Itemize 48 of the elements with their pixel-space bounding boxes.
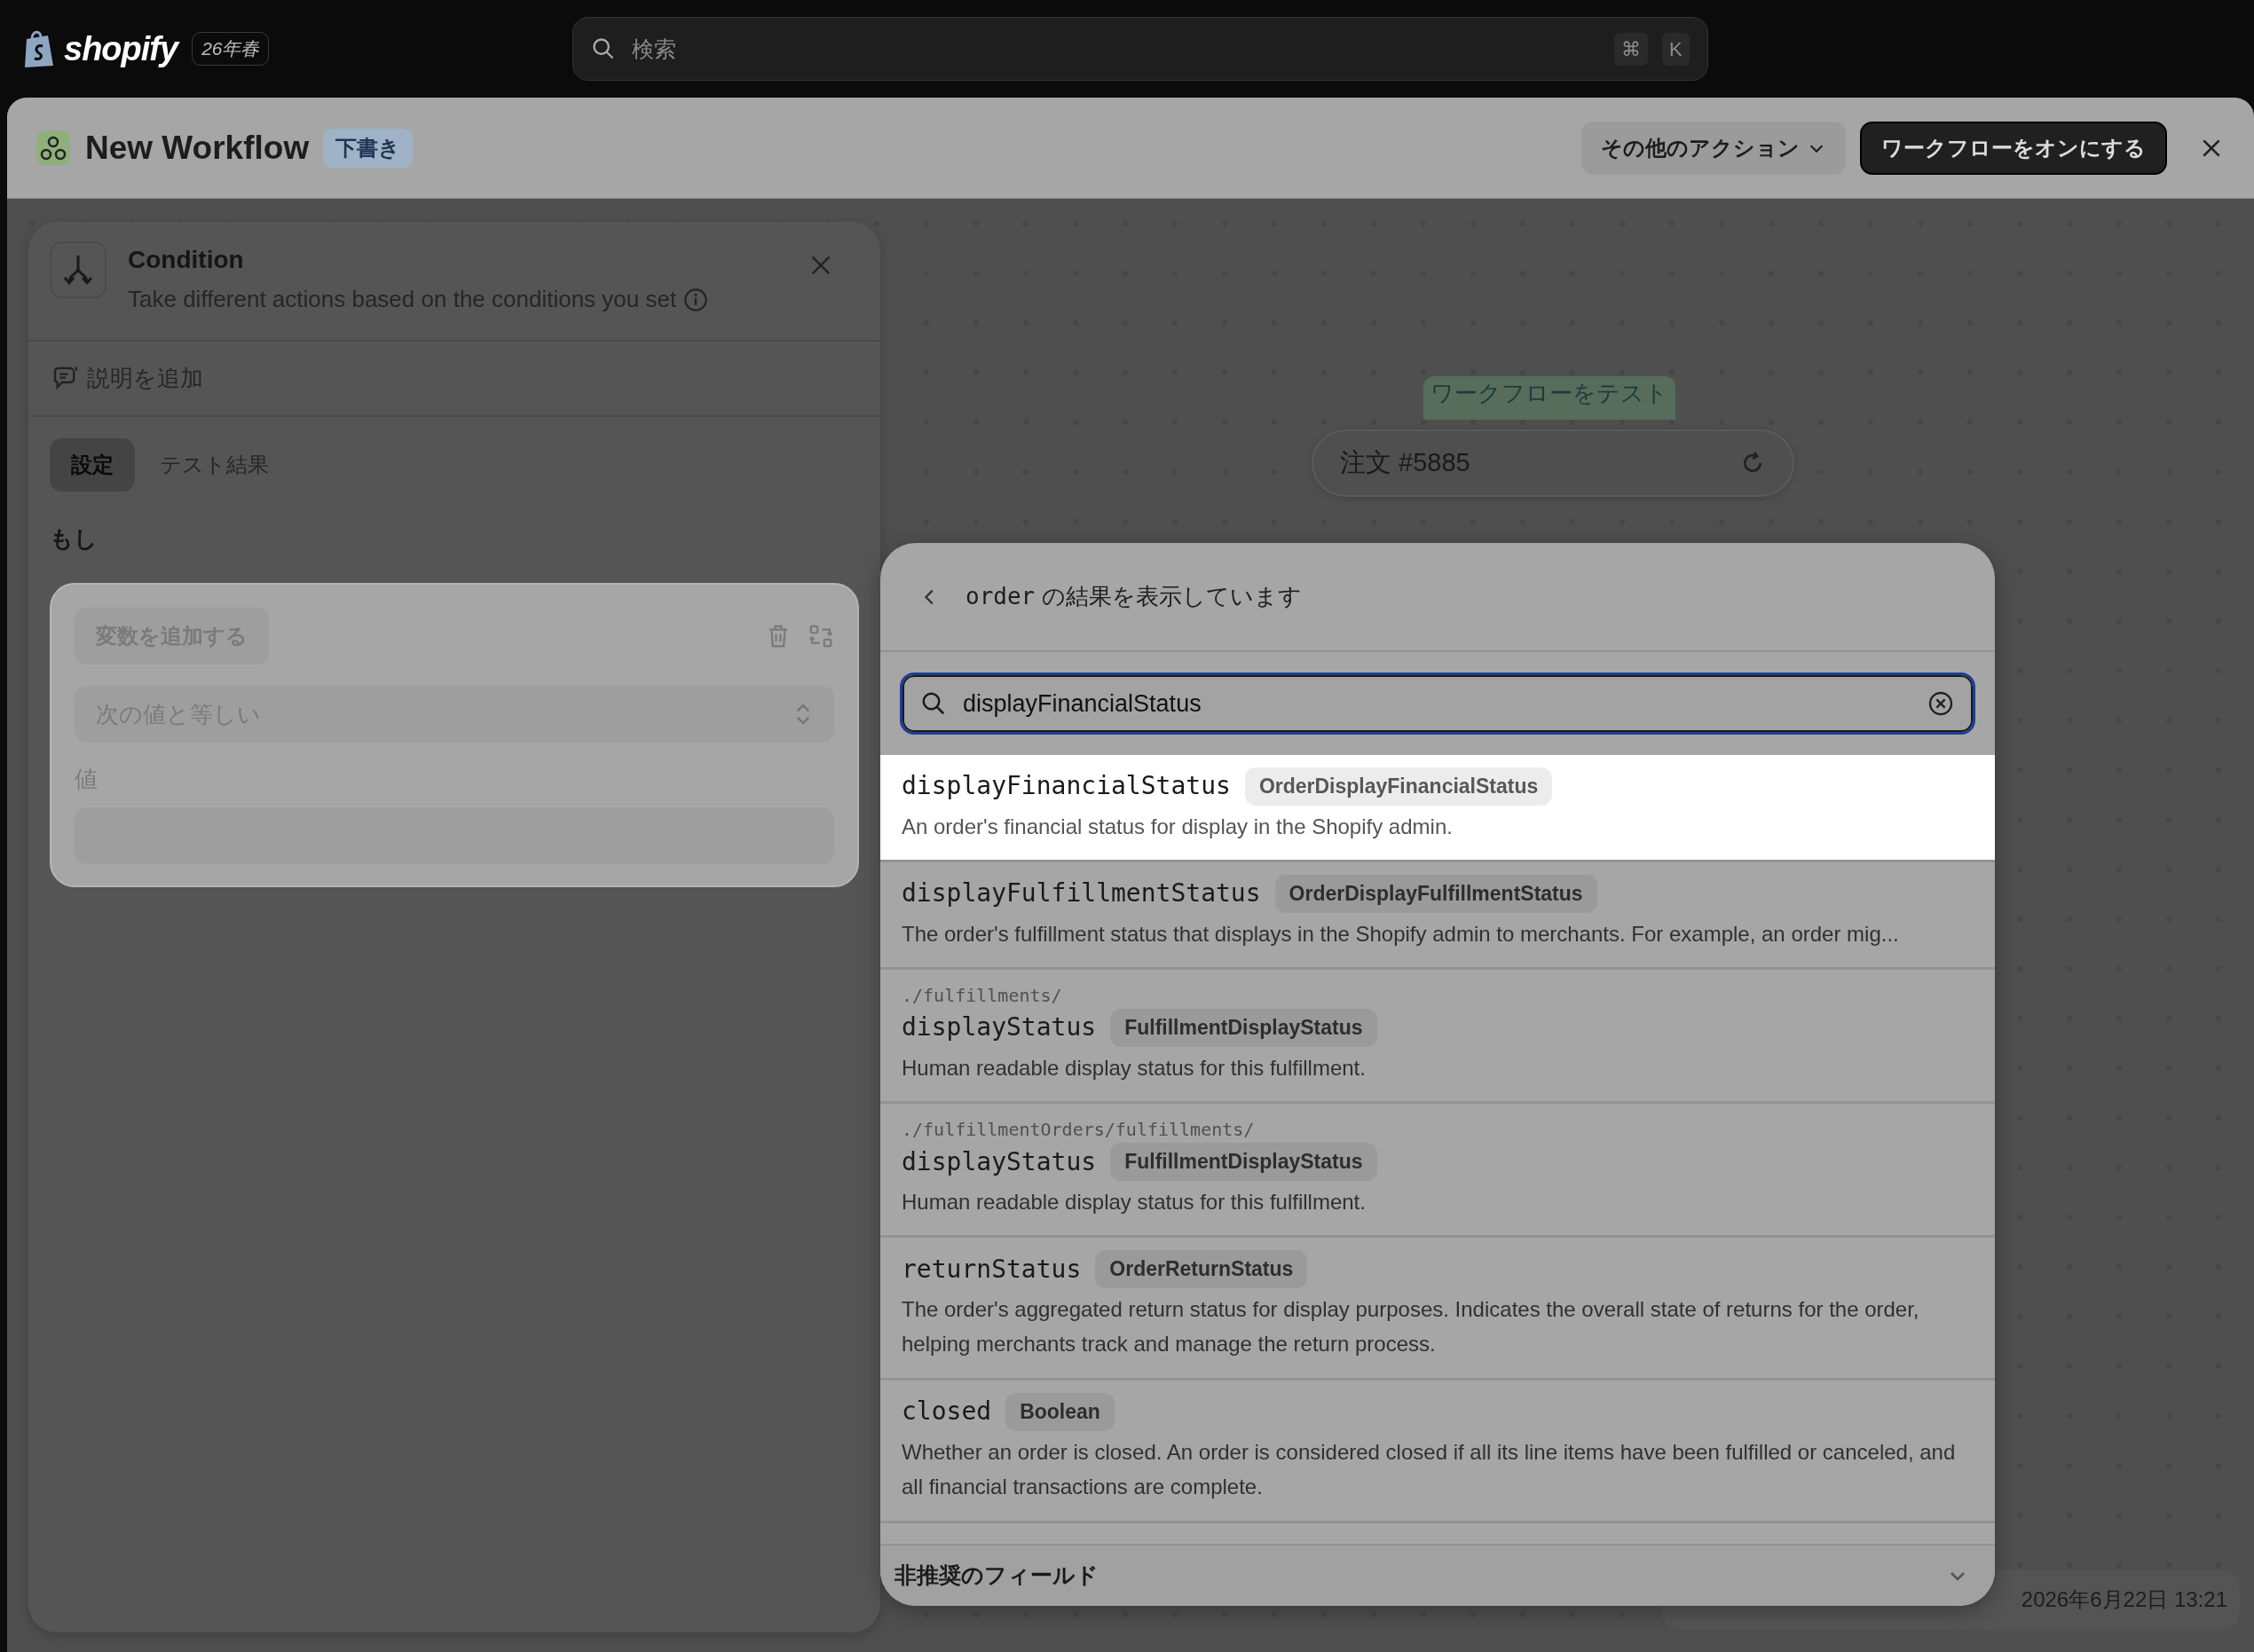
- workflow-icon: [35, 130, 71, 166]
- shortcut-key: K: [1662, 32, 1690, 66]
- search-icon: [920, 690, 947, 717]
- panel-title: Condition: [128, 245, 245, 275]
- search-field[interactable]: 検索: [629, 18, 1601, 80]
- search-bar[interactable]: displayFinancialStatus: [900, 673, 1975, 735]
- swap-icon[interactable]: [808, 623, 834, 649]
- field-description: The order's aggregated return status for display purposes. Indicates the overall state of returns for the order, helping merchants track and manage the return process.: [902, 1295, 1920, 1358]
- workflow-title: New Workflow: [85, 128, 310, 168]
- type-tag: Boolean: [1005, 1393, 1115, 1431]
- field-name: displayFinancialStatus: [902, 770, 1231, 803]
- clear-icon[interactable]: [1927, 689, 1955, 718]
- field-description: The order's fulfillment status that displays in the Shopify admin to merchants. For example, an order mig...: [902, 920, 1900, 948]
- result-item[interactable]: displayFulfillmentStatus OrderDisplayFulfillmentStatus The order's fulfillment status that displays in the Shopify admin to merchants. For example, an order mig...: [880, 862, 1995, 971]
- type-tag: OrderDisplayFulfillmentStatus: [1274, 875, 1597, 913]
- field-description: Human readable display status for this fulfillment.: [902, 1188, 1367, 1215]
- section-label: もし: [50, 524, 99, 554]
- type-tag: OrderReturnStatus: [1095, 1250, 1308, 1288]
- field-name: closed: [902, 1396, 992, 1428]
- status-badge: 下書き: [323, 128, 414, 168]
- type-tag: OrderDisplayFinancialStatus: [1244, 767, 1553, 806]
- type-tag: FulfillmentDisplayStatus: [1110, 1143, 1377, 1181]
- more-actions-button[interactable]: その他のアクション: [1581, 121, 1846, 175]
- field-name: displayStatus: [902, 1011, 1097, 1044]
- result-item[interactable]: returnStatus OrderReturnStatus The order's aggregated return status for display purposes. Indicates the overall state of returns for the order, helping merchants track and manage the return process.: [880, 1238, 1995, 1381]
- result-item[interactable]: displayFinancialStatus OrderDisplayFinancialStatus An order's financial status for display in the Shopify admin.: [880, 755, 1995, 863]
- results-heading: order の結果を表示しています: [965, 582, 1302, 611]
- search-input[interactable]: displayFinancialStatus: [961, 675, 1912, 732]
- field-name: displayStatus: [902, 1145, 1097, 1178]
- field-description: Whether an order is closed. An order is considered closed if all its line items have been fulfilled or canceled, and all financial transactions are complete.: [902, 1438, 1957, 1501]
- edition-badge: 26年春: [192, 32, 270, 66]
- info-icon: [683, 287, 709, 312]
- type-tag: FulfillmentDisplayStatus: [1110, 1009, 1377, 1047]
- result-item[interactable]: closed Boolean Whether an order is closed. An order is considered closed if all its line items have been fulfilled or canceled, and all financial transactions are complete.: [880, 1381, 1995, 1523]
- result-item[interactable]: ./fulfillments/ displayStatus FulfillmentDisplayStatus Human readable display status for this fulfillment.: [880, 970, 1995, 1105]
- field-path: ./fulfillments/: [902, 984, 1063, 1009]
- logo-text: shopify: [64, 28, 178, 69]
- turn-on-button[interactable]: ワークフローをオンにする: [1860, 121, 2167, 175]
- search-bar[interactable]: 検索 ⌘ K: [571, 17, 1708, 81]
- result-item[interactable]: ./fulfillmentOrders/fulfillments/ displayStatus FulfillmentDisplayStatus Human readable display status for this fulfillment.: [880, 1104, 1995, 1239]
- deprecated-fields-toggle[interactable]: 非推奨のフィールド: [880, 1544, 1995, 1606]
- field-path: ./fulfillmentOrders/fulfillments/: [902, 1118, 1256, 1143]
- shortcut-key: ⌘: [1614, 32, 1649, 66]
- search-icon: [590, 36, 616, 61]
- field-name: returnStatus: [902, 1253, 1082, 1286]
- field-name: displayFulfillmentStatus: [902, 877, 1261, 910]
- field-description: An order's financial status for display in the Shopify admin.: [902, 813, 1454, 840]
- field-description: Human readable display status for this fulfillment.: [902, 1054, 1367, 1082]
